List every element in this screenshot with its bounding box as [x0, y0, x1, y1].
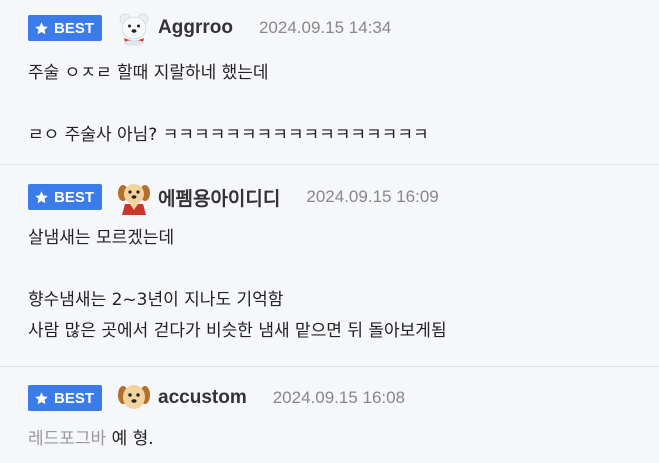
- reply-mention[interactable]: 레드포그바: [28, 429, 106, 449]
- timestamp: 2024.09.15 16:08: [272, 388, 406, 407]
- star-icon: [35, 21, 48, 34]
- comment-body: 살냄새는 모르겠는데 향수냄새는 2~3년이 지나도 기억함 사람 많은 곳에서…: [28, 223, 649, 347]
- comment-blank-line: [28, 89, 649, 120]
- comment-line: 사람 많은 곳에서 걷다가 비슷한 냄새 맡으면 뒤 돌아보게됨: [28, 321, 447, 341]
- comment-header: BEST Aggrroo 2024.09.15 14:34: [28, 10, 649, 46]
- comment-header: BEST accustom 2024.09.15 16:08: [28, 382, 649, 414]
- puppy-icon[interactable]: [116, 380, 152, 416]
- best-badge-label: BEST: [54, 389, 95, 407]
- comment-text: 예 형.: [106, 429, 154, 449]
- nickname[interactable]: 에펨용아이디디: [158, 184, 280, 211]
- comment-item: BEST Aggrroo 2024.09.15 14:34 주술 ㅇㅈㄹ 할때 …: [0, 0, 659, 165]
- best-badge: BEST: [28, 385, 103, 411]
- comment-line: 향수냄새는 2~3년이 지나도 기억함: [28, 290, 284, 310]
- comment-line: ㄹㅇ 주술사 아님? ㅋㅋㅋㅋㅋㅋㅋㅋㅋㅋㅋㅋㅋㅋㅋㅋㅋ: [28, 125, 429, 145]
- puppy-icon[interactable]: [116, 179, 152, 215]
- timestamp: 2024.09.15 16:09: [306, 187, 439, 206]
- best-badge: BEST: [28, 15, 103, 41]
- timestamp: 2024.09.15 14:34: [258, 18, 392, 37]
- comment-item: BEST 에펨용아이디디 2024.09.15 16:09 살냄새는 모르겠는데…: [0, 165, 659, 367]
- nickname[interactable]: accustom: [158, 387, 247, 409]
- comment-line: 살냄새는 모르겠는데: [28, 228, 175, 248]
- best-badge: BEST: [28, 184, 103, 210]
- best-badge-label: BEST: [54, 188, 95, 206]
- comment-line: 레드포그바 예 형.: [28, 424, 649, 455]
- star-icon: [35, 391, 48, 404]
- comment-header: BEST 에펨용아이디디 2024.09.15 16:09: [28, 179, 649, 215]
- comment-line: 주술 ㅇㅈㄹ 할때 지랄하네 했는데: [28, 63, 269, 83]
- star-icon: [35, 190, 48, 203]
- comment-body: 레드포그바 예 형.: [28, 424, 649, 455]
- nickname[interactable]: Aggrroo: [158, 17, 233, 39]
- comment-item: BEST accustom 2024.09.15 16:08 레드포그바 예 형…: [0, 367, 659, 463]
- comment-body: 주술 ㅇㅈㄹ 할때 지랄하네 했는데 ㄹㅇ 주술사 아님? ㅋㅋㅋㅋㅋㅋㅋㅋㅋㅋ…: [28, 58, 649, 151]
- comment-blank-line: [28, 254, 649, 285]
- best-badge-label: BEST: [54, 19, 95, 37]
- polar-bear-icon[interactable]: [116, 10, 152, 46]
